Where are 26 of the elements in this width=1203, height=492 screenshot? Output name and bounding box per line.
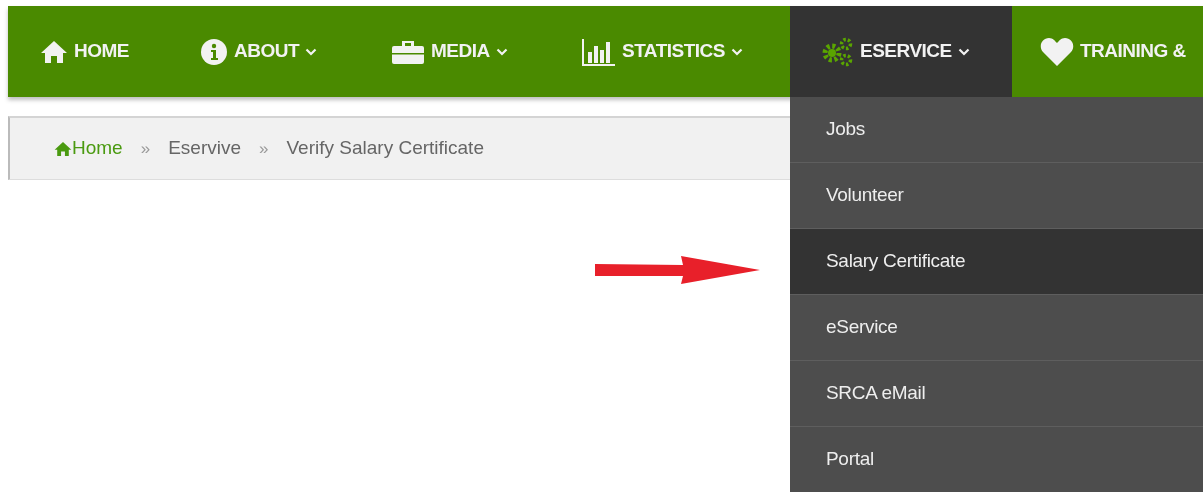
dropdown-item[interactable]: Portal [790,427,1203,492]
dropdown-item[interactable]: Salary Certificate [790,229,1203,295]
nav-item[interactable]: ESERVICE [790,6,1012,97]
nav-item[interactable]: MEDIA [359,6,550,97]
breadcrumb-current: Verify Salary Certificate [286,136,484,161]
dropdown-item[interactable]: Jobs [790,97,1203,163]
dropdown-item[interactable]: eService [790,295,1203,361]
gears-icon [820,36,854,67]
chevron-down-icon [957,47,970,56]
chevron-down-icon [731,47,744,56]
breadcrumb-link[interactable]: Eservive [168,134,241,163]
nav-item[interactable]: TRAINING & [1012,6,1203,97]
heart-icon [1040,36,1074,67]
nav-item[interactable]: STATISTICS [550,6,790,97]
breadcrumb-separator: » [259,137,269,160]
chevron-down-icon [305,47,318,56]
nav-item[interactable]: HOME [8,6,168,97]
breadcrumb-separator: » [140,137,151,160]
home-icon [54,140,72,157]
nav-item[interactable]: ABOUT [168,6,359,97]
info-icon [200,37,228,66]
chevron-down-icon [495,47,508,56]
dropdown-item[interactable]: SRCA eMail [790,361,1203,427]
bar-chart-icon [582,37,616,66]
home-icon [40,39,68,64]
briefcase-icon [391,38,425,65]
